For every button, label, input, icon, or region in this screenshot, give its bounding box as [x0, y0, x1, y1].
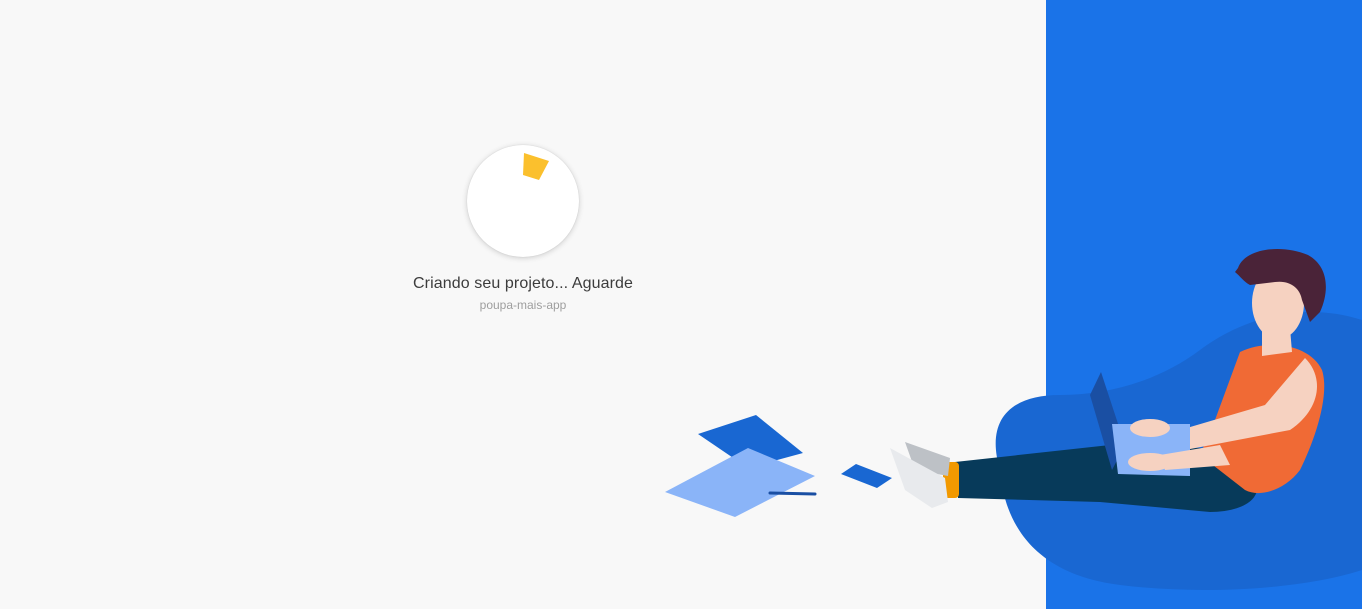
- hand-upper: [1130, 419, 1170, 437]
- phone-icon: [841, 464, 892, 488]
- paper-sheet-light: [665, 448, 815, 517]
- create-project-loading-screen: Criando seu projeto... Aguarde poupa-mai…: [0, 0, 1362, 609]
- person-with-laptop-illustration: [665, 248, 1362, 590]
- pen-icon: [768, 491, 817, 496]
